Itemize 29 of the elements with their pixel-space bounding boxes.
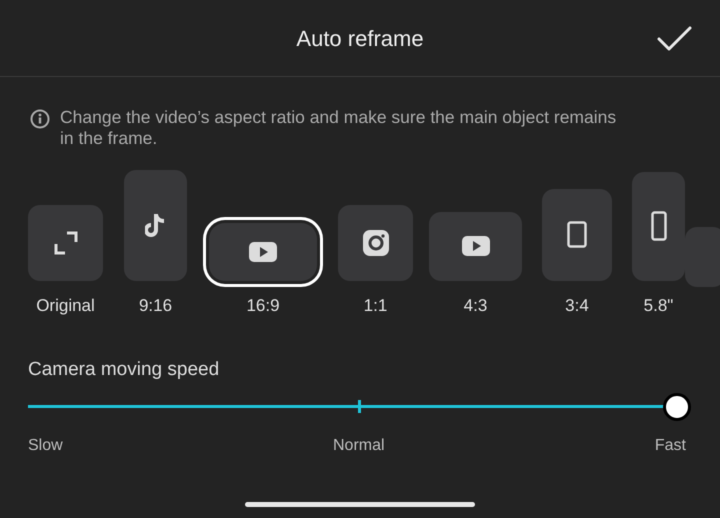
ratio-label: 5.8": [644, 294, 674, 316]
speed-label: Camera moving speed: [28, 358, 220, 382]
play-icon: [249, 242, 277, 262]
slider-thumb[interactable]: [663, 392, 691, 420]
music-note-icon: [144, 212, 166, 238]
speed-tick-label: Normal: [333, 436, 385, 456]
ratio-label: 16:9: [246, 294, 280, 316]
info-text: Change the video’s aspect ratio and make sure the main object remains in the frame.: [60, 107, 618, 149]
expand-icon: [54, 230, 78, 254]
info-icon: [30, 109, 50, 129]
speed-tick-label: Slow: [28, 436, 63, 456]
aspect-ratio-option[interactable]: [542, 188, 612, 280]
aspect-ratio-option[interactable]: [429, 212, 522, 280]
phone-icon: [650, 211, 666, 241]
aspect-ratio-option[interactable]: [209, 222, 317, 280]
aspect-ratio-option[interactable]: [632, 172, 685, 280]
ratio-label: 3:4: [565, 294, 589, 316]
ratio-label: Original: [36, 294, 95, 316]
play-icon: [462, 236, 490, 256]
speed-tick-label: Fast: [654, 436, 686, 456]
rectangle-icon: [567, 221, 587, 248]
ratio-label: 9:16: [138, 294, 172, 316]
confirm-check-icon[interactable]: [657, 26, 692, 52]
aspect-ratio-option[interactable]: [124, 170, 187, 280]
camera-icon: [362, 230, 388, 256]
ratio-label: 1:1: [364, 294, 388, 316]
screen-title: Auto reframe: [296, 24, 424, 52]
ratio-label: 4:3: [464, 294, 488, 316]
aspect-ratio-option[interactable]: [338, 204, 413, 280]
